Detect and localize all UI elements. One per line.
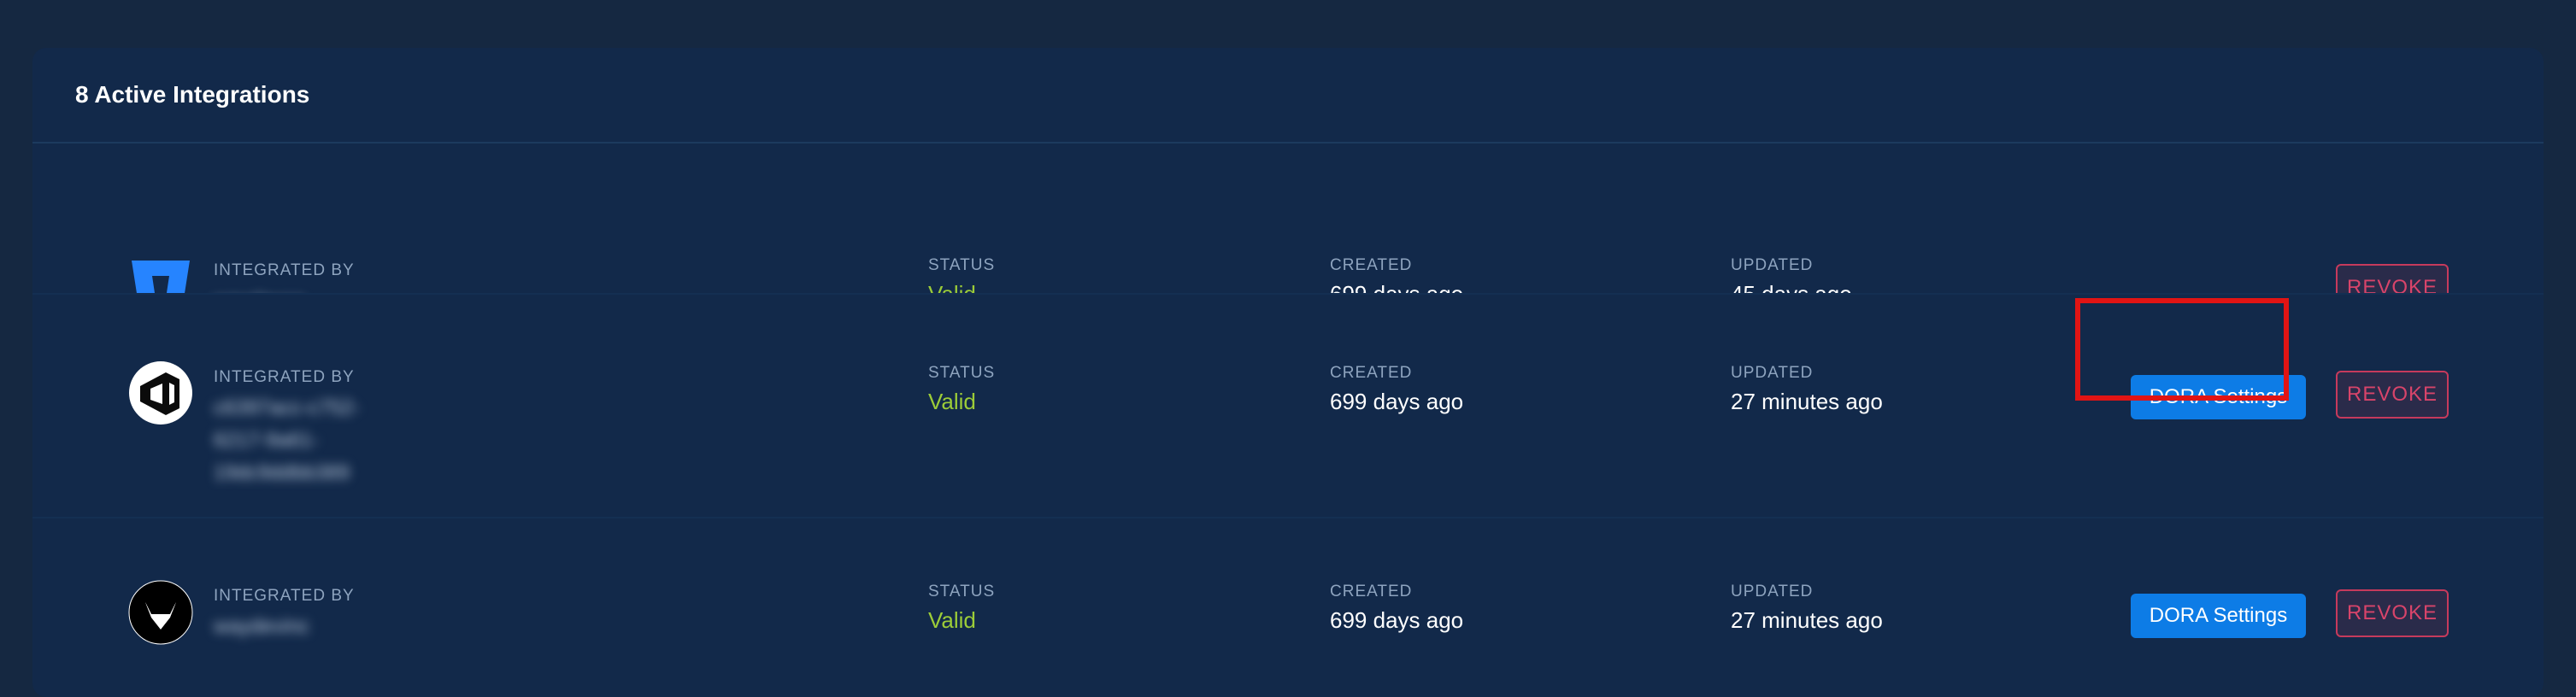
- azure-devops-icon: [128, 360, 193, 425]
- dora-settings-button[interactable]: DORA Settings: [2131, 594, 2306, 638]
- created-value: 699 days ago: [1330, 389, 1464, 414]
- integrated-by-label: INTEGRATED BY: [214, 261, 355, 279]
- revoke-button[interactable]: REVOKE: [2336, 371, 2449, 419]
- status-value: Valid: [928, 389, 976, 414]
- created-label: CREATED: [1330, 256, 1413, 274]
- panel-header: 8 Active Integrations: [32, 48, 2544, 144]
- integrated-by-label: INTEGRATED BY: [214, 587, 355, 605]
- status-label: STATUS: [928, 256, 996, 274]
- integrated-by-value: c6397acc-c752-6217-9a61-19dc9ddbb389: [214, 396, 360, 484]
- integration-row: INTEGRATED BY waydevinc STATUS Valid CRE…: [32, 517, 2544, 670]
- integrated-by-value: waydevinc: [214, 615, 310, 638]
- gitlab-icon: [128, 580, 193, 645]
- integrated-by-label: INTEGRATED BY: [214, 368, 355, 386]
- status-label: STATUS: [928, 583, 996, 600]
- updated-value: 27 minutes ago: [1731, 607, 1883, 633]
- panel-title: 8 Active Integrations: [75, 81, 310, 108]
- status-label: STATUS: [928, 364, 996, 382]
- updated-label: UPDATED: [1731, 583, 1814, 600]
- highlight-box: [2075, 298, 2289, 401]
- status-value: Valid: [928, 607, 976, 633]
- updated-value: 27 minutes ago: [1731, 389, 1883, 414]
- created-label: CREATED: [1330, 583, 1413, 600]
- created-label: CREATED: [1330, 364, 1413, 382]
- updated-label: UPDATED: [1731, 256, 1814, 274]
- revoke-button[interactable]: REVOKE: [2336, 589, 2449, 637]
- created-value: 699 days ago: [1330, 607, 1464, 633]
- updated-label: UPDATED: [1731, 364, 1814, 382]
